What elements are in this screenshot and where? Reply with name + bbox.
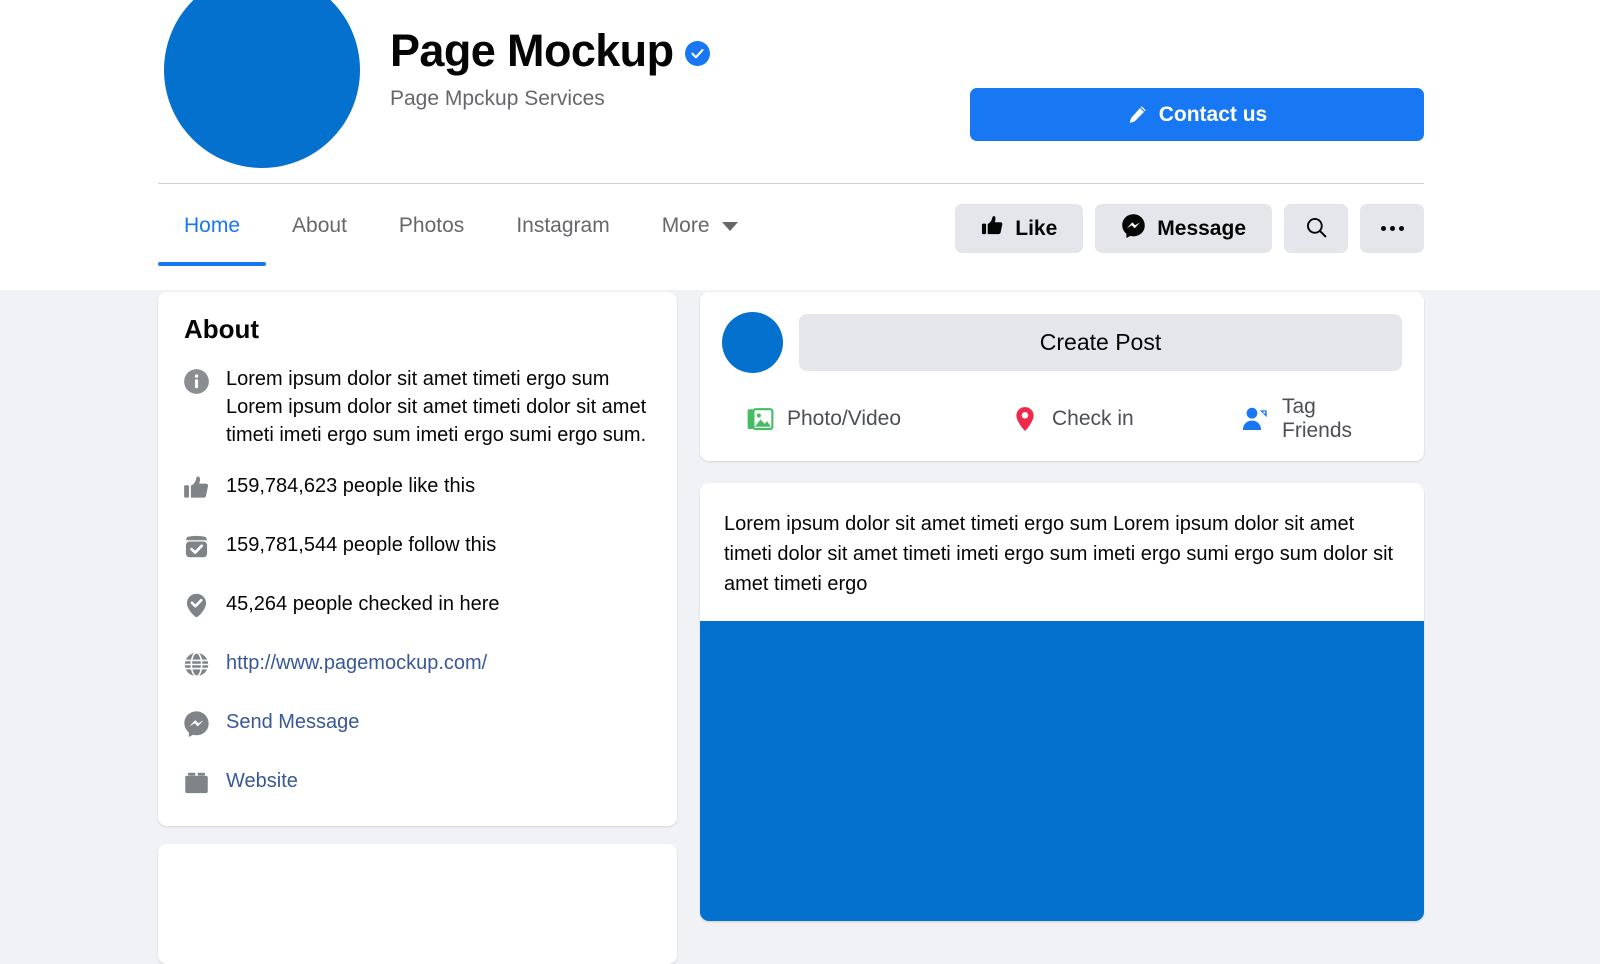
left-column: About Lorem ipsum dolor sit amet timeti … (158, 292, 677, 964)
tag-friends-label: Tag Friends (1282, 395, 1353, 442)
check-in-action[interactable]: Check in (1011, 405, 1241, 433)
tab-more[interactable]: More (636, 186, 764, 266)
info-icon (182, 367, 210, 395)
about-description-row: Lorem ipsum dolor sit amet timeti ergo s… (182, 365, 653, 449)
tab-instagram[interactable]: Instagram (490, 186, 635, 266)
stat-follows-text: 159,781,544 people follow this (226, 534, 497, 556)
stat-checkins-text: 45,264 people checked in here (226, 593, 500, 615)
stat-likes-text: 159,784,623 people like this (226, 475, 476, 497)
pencil-icon (1127, 104, 1148, 125)
create-post-actions: Photo/Video Check in Tag Friends (722, 395, 1402, 443)
post-image[interactable] (700, 621, 1424, 921)
about-description-text: Lorem ipsum dolor sit amet timeti ergo s… (226, 368, 647, 446)
globe-icon (182, 650, 210, 678)
tab-instagram-label: Instagram (516, 214, 610, 237)
ellipsis-icon (1380, 226, 1404, 231)
photo-video-label: Photo/Video (787, 407, 902, 430)
stat-follows-row: 159,781,544 people follow this (182, 530, 653, 560)
page-title: Page Mockup (390, 25, 674, 76)
composer-avatar-circle[interactable] (722, 312, 783, 373)
location-check-icon (182, 591, 210, 619)
tag-friends-icon (1241, 405, 1269, 433)
website-url-row[interactable]: http://www.pagemockup.com/ (182, 648, 653, 678)
post-text: Lorem ipsum dolor sit amet timeti ergo s… (724, 513, 1394, 595)
check-in-label: Check in (1052, 407, 1134, 430)
tab-photos-label: Photos (398, 214, 465, 237)
like-button[interactable]: Like (955, 204, 1084, 253)
contact-us-button[interactable]: Contact us (970, 88, 1424, 141)
page-content: About Lorem ipsum dolor sit amet timeti … (158, 292, 1424, 964)
website-link[interactable]: Website (226, 767, 298, 795)
chevron-down-icon (721, 221, 738, 231)
messenger-icon (1121, 213, 1146, 244)
create-post-top: Create Post (722, 312, 1402, 373)
website-url-link[interactable]: http://www.pagemockup.com/ (226, 649, 487, 677)
page-header: Page Mockup Page Mpckup Services Contact… (0, 0, 1600, 186)
contact-us-label: Contact us (1158, 102, 1268, 126)
verified-check-icon (685, 41, 711, 66)
nav-bar: Home About Photos Instagram More Like Me… (158, 186, 1424, 290)
secondary-left-card (158, 844, 677, 964)
nav-actions: Like Message (955, 204, 1424, 253)
create-post-card: Create Post Photo/Video Check in Tag Fri… (700, 292, 1424, 461)
message-label: Message (1157, 216, 1246, 240)
page-identity: Page Mockup Page Mpckup Services (390, 25, 711, 111)
page-header-inner: Page Mockup Page Mpckup Services Contact… (158, 0, 1424, 186)
location-pin-icon (1011, 405, 1039, 433)
thumbs-up-icon (981, 214, 1004, 243)
search-icon (1305, 216, 1328, 242)
right-column: Create Post Photo/Video Check in Tag Fri… (700, 292, 1424, 921)
stat-checkins-row: 45,264 people checked in here (182, 589, 653, 619)
website-row[interactable]: Website (182, 766, 653, 796)
create-post-input[interactable]: Create Post (799, 314, 1402, 371)
thumbs-up-icon (182, 473, 210, 501)
search-button[interactable] (1284, 204, 1348, 253)
more-options-button[interactable] (1360, 204, 1424, 253)
send-message-link[interactable]: Send Message (226, 708, 359, 736)
tab-more-label: More (661, 214, 710, 237)
send-message-row[interactable]: Send Message (182, 707, 653, 737)
tab-home[interactable]: Home (158, 186, 267, 266)
header-divider (158, 183, 1424, 184)
post-card: Lorem ipsum dolor sit amet timeti ergo s… (700, 483, 1424, 921)
tab-about-label: About (292, 214, 347, 237)
about-card: About Lorem ipsum dolor sit amet timeti … (158, 292, 677, 826)
page-subtitle: Page Mpckup Services (390, 87, 605, 110)
page-avatar-circle[interactable] (164, 0, 360, 168)
stat-likes-row: 159,784,623 people like this (182, 471, 653, 501)
tab-about[interactable]: About (266, 186, 373, 266)
briefcase-icon (182, 768, 210, 796)
message-button[interactable]: Message (1095, 204, 1272, 253)
messenger-icon (182, 709, 210, 737)
about-card-title: About (184, 314, 260, 344)
page-title-row: Page Mockup (390, 25, 711, 76)
like-label: Like (1015, 216, 1058, 240)
tag-friends-action[interactable]: Tag Friends (1241, 395, 1372, 443)
tab-home-label: Home (184, 214, 241, 237)
tab-photos[interactable]: Photos (373, 186, 490, 266)
follow-box-check-icon (182, 532, 210, 560)
photo-video-icon (746, 405, 774, 433)
photo-video-action[interactable]: Photo/Video (746, 405, 1011, 433)
nav-tabs: Home About Photos Instagram More (158, 186, 764, 266)
